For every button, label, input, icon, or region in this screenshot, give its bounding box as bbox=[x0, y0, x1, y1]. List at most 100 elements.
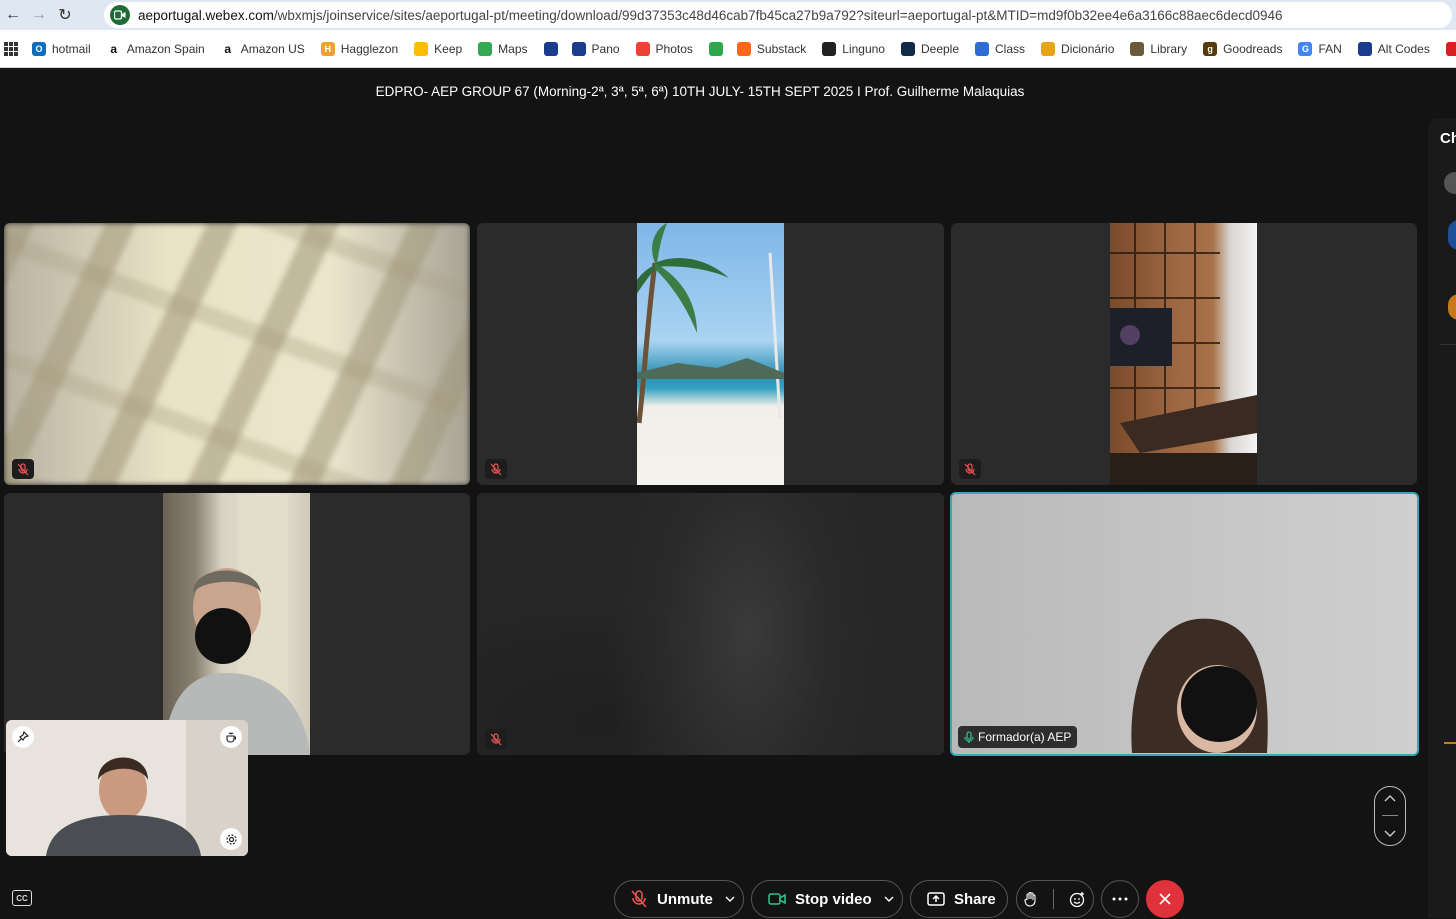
bookmark-favicon-icon: H bbox=[320, 41, 335, 56]
bookmark-label: Dicionário bbox=[1061, 41, 1115, 56]
bookmark-label: Pano bbox=[591, 41, 620, 56]
url-path: /wbxmjs/joinservice/sites/aeportugal-pt/… bbox=[273, 7, 1283, 23]
bookmark-label: Maps bbox=[498, 41, 528, 56]
leave-toolbar-group bbox=[1146, 880, 1184, 918]
bookmark-label: FAN bbox=[1318, 41, 1342, 56]
bookmark-item[interactable]: Library bbox=[1130, 41, 1187, 56]
bookmark-label: Deeple bbox=[920, 41, 960, 56]
forward-icon[interactable]: → bbox=[26, 2, 52, 28]
pin-icon[interactable] bbox=[12, 726, 34, 748]
share-label: Share bbox=[954, 890, 996, 908]
bookmark-item[interactable] bbox=[543, 41, 564, 56]
muted-mic-icon bbox=[12, 459, 34, 479]
self-view[interactable] bbox=[6, 720, 248, 856]
stop-video-button[interactable]: Stop video bbox=[751, 880, 903, 918]
bookmark-item[interactable]: NPR bbox=[1445, 41, 1456, 56]
office-scene-icon bbox=[1110, 223, 1257, 485]
bookmark-item[interactable]: Ohotmail bbox=[32, 41, 91, 56]
back-icon[interactable]: ← bbox=[0, 2, 26, 28]
side-panel-avatar-1[interactable] bbox=[1444, 172, 1456, 194]
bookmark-item[interactable]: Maps bbox=[478, 41, 528, 56]
leave-meeting-button[interactable] bbox=[1146, 880, 1184, 918]
bookmark-favicon-icon bbox=[822, 41, 837, 56]
page-scroll-control[interactable] bbox=[1374, 786, 1406, 846]
meeting-toolbar: Unmute bbox=[614, 880, 744, 918]
close-icon bbox=[1159, 893, 1171, 905]
raise-hand-icon[interactable] bbox=[1024, 891, 1038, 907]
bookmark-item[interactable]: a Amazon US bbox=[220, 41, 305, 56]
bookmark-favicon-icon bbox=[478, 41, 493, 56]
bookmark-item[interactable]: Substack bbox=[736, 41, 806, 56]
settings-gear-icon[interactable] bbox=[220, 828, 242, 850]
participant-video-man bbox=[163, 493, 310, 755]
bookmark-item[interactable]: Linguno bbox=[822, 41, 885, 56]
webex-site-icon[interactable] bbox=[110, 5, 130, 25]
participant-tile-1[interactable] bbox=[4, 223, 470, 485]
share-button[interactable]: Share bbox=[910, 880, 1008, 918]
participant-tile-3[interactable] bbox=[951, 223, 1417, 485]
chevron-down-icon[interactable] bbox=[884, 896, 894, 902]
bookmark-item[interactable]: Photos bbox=[635, 41, 693, 56]
bookmark-label: Class bbox=[995, 41, 1026, 56]
browser-url-bar: ← → ↻ aeportugal.webex.com/wbxmjs/joinse… bbox=[0, 0, 1456, 30]
muted-mic-icon bbox=[485, 459, 507, 479]
scroll-divider bbox=[1382, 815, 1398, 817]
chevron-down-icon[interactable] bbox=[1384, 830, 1396, 838]
unmute-button[interactable]: Unmute bbox=[614, 880, 744, 918]
bookmark-favicon-icon bbox=[736, 41, 751, 56]
emoji-reaction-icon[interactable] bbox=[1069, 891, 1086, 908]
share-toolbar-group: Share bbox=[910, 880, 1008, 918]
side-panel[interactable]: Ch bbox=[1428, 118, 1456, 918]
video-toolbar-group: Stop video bbox=[751, 880, 903, 918]
bookmark-favicon-icon bbox=[1445, 41, 1456, 56]
participant-tile-2[interactable] bbox=[477, 223, 944, 485]
bookmark-item[interactable]: Pano bbox=[571, 41, 620, 56]
bookmark-item[interactable]: G FAN bbox=[1298, 41, 1342, 56]
more-toolbar-group bbox=[1101, 880, 1139, 918]
bookmark-favicon-icon bbox=[975, 41, 990, 56]
side-panel-indicator bbox=[1444, 742, 1456, 744]
chevron-down-icon[interactable] bbox=[725, 896, 735, 902]
reactions-divider bbox=[1052, 889, 1054, 909]
bookmark-favicon-icon bbox=[1357, 41, 1372, 56]
break-mug-icon[interactable] bbox=[220, 726, 242, 748]
bookmark-item[interactable]: Deeple bbox=[900, 41, 960, 56]
bookmark-item[interactable]: Class bbox=[975, 41, 1026, 56]
bookmark-label: Linguno bbox=[842, 41, 885, 56]
participant-tile-4[interactable] bbox=[4, 493, 470, 755]
active-speaker-tile[interactable]: Formador(a) AEP bbox=[950, 492, 1419, 756]
bookmark-item[interactable]: g Goodreads bbox=[1203, 41, 1282, 56]
share-screen-icon bbox=[927, 892, 945, 906]
apps-grid-icon[interactable] bbox=[4, 41, 18, 56]
chevron-up-icon[interactable] bbox=[1384, 794, 1396, 802]
closed-captions-icon[interactable]: CC bbox=[12, 890, 32, 906]
bookmark-favicon-icon bbox=[635, 41, 650, 56]
bookmark-list: Ohotmail a Amazon Spain a Amazon US H Hagglezo… bbox=[32, 41, 1456, 56]
bookmark-label: Alt Codes bbox=[1377, 41, 1430, 56]
url-host: aeportugal.webex.com bbox=[138, 7, 274, 23]
bookmark-item[interactable]: Dicionário bbox=[1041, 41, 1115, 56]
bookmark-item[interactable] bbox=[708, 41, 729, 56]
participant-tile-5[interactable] bbox=[477, 493, 944, 755]
muted-mic-icon bbox=[485, 729, 507, 749]
bookmarks-bar: Ohotmail a Amazon Spain a Amazon US H Hagglezo… bbox=[0, 30, 1456, 68]
reactions-toolbar-group bbox=[1016, 880, 1094, 918]
bookmark-item[interactable]: Alt Codes bbox=[1357, 41, 1430, 56]
beach-background-video bbox=[625, 223, 784, 485]
side-panel-divider bbox=[1440, 344, 1456, 345]
side-panel-avatar-2[interactable] bbox=[1448, 220, 1456, 250]
bookmark-item[interactable]: Keep bbox=[414, 41, 462, 56]
dark-abstract-background bbox=[477, 493, 944, 755]
address-bar[interactable]: aeportugal.webex.com/wbxmjs/joinservice/… bbox=[104, 2, 1452, 28]
bookmark-item[interactable]: H Hagglezon bbox=[320, 41, 398, 56]
reload-icon[interactable]: ↻ bbox=[52, 2, 78, 28]
more-options-button[interactable] bbox=[1101, 880, 1139, 918]
url-text[interactable]: aeportugal.webex.com/wbxmjs/joinservice/… bbox=[138, 8, 1283, 23]
blurred-background-video bbox=[4, 223, 470, 485]
bookmark-item[interactable]: a Amazon Spain bbox=[106, 41, 205, 56]
bookmark-favicon-icon: G bbox=[1298, 41, 1313, 56]
muted-mic-icon bbox=[631, 890, 647, 908]
more-dots-icon bbox=[1112, 897, 1128, 901]
speaker-name: Formador(a) AEP bbox=[978, 730, 1072, 744]
side-panel-avatar-3[interactable] bbox=[1448, 294, 1456, 320]
